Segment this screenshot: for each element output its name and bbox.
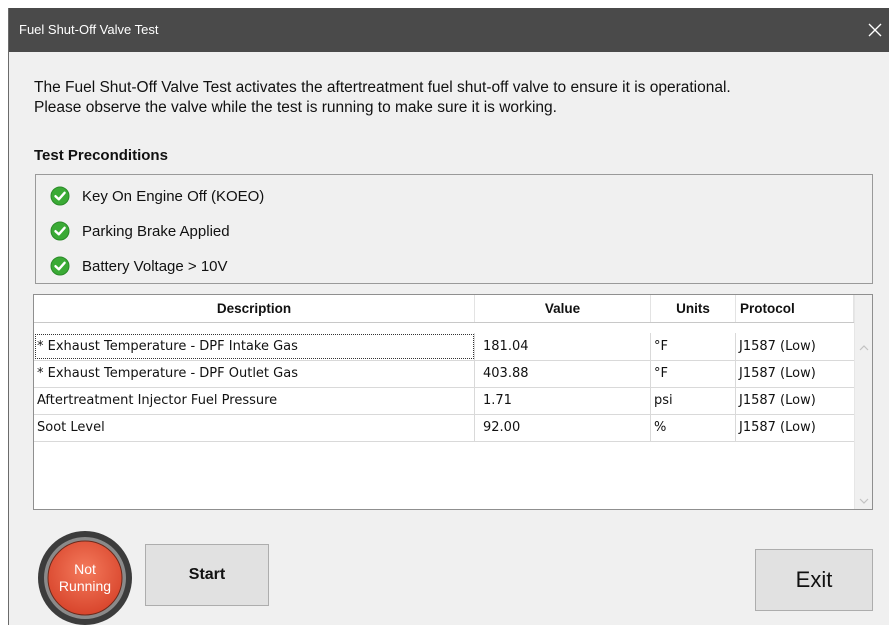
precondition-label: Key On Engine Off (KOEO) (82, 188, 264, 205)
title-bar: Fuel Shut-Off Valve Test (9, 8, 889, 52)
precondition-label: Parking Brake Applied (82, 223, 230, 240)
preconditions-panel: Key On Engine Off (KOEO) Parking Brake A… (35, 174, 873, 284)
preconditions-title: Test Preconditions (34, 147, 168, 164)
test-status-indicator: Not Running (35, 528, 135, 628)
cell-value: 181.04 (475, 333, 651, 360)
cell-description: Soot Level (34, 414, 475, 441)
check-icon (50, 186, 70, 206)
cell-protocol: J1587 (Low) (736, 333, 855, 360)
status-text: Not Running (35, 528, 135, 628)
cell-units: % (651, 414, 736, 441)
cell-description: * Exhaust Temperature - DPF Intake Gas (34, 333, 475, 360)
close-button[interactable] (860, 8, 889, 52)
table-row[interactable]: * Exhaust Temperature - DPF Outlet Gas 4… (34, 360, 855, 388)
cell-units: °F (651, 360, 736, 387)
column-header-description[interactable]: Description (34, 295, 475, 322)
cell-units: psi (651, 387, 736, 414)
cell-protocol: J1587 (Low) (736, 414, 855, 441)
scroll-down-button[interactable] (855, 492, 872, 509)
column-header-units[interactable]: Units (651, 295, 736, 322)
chevron-down-icon (859, 497, 869, 505)
parameters-table[interactable]: Description Value Units Protocol * Exhau… (33, 294, 873, 510)
window-title: Fuel Shut-Off Valve Test (19, 22, 158, 37)
cell-value: 92.00 (475, 414, 651, 441)
column-header-value[interactable]: Value (475, 295, 651, 322)
table-header: Description Value Units Protocol (34, 295, 855, 323)
check-icon (50, 221, 70, 241)
description-line-2: Please observe the valve while the test … (34, 98, 874, 118)
dialog-window: Fuel Shut-Off Valve Test The Fuel Shut-O… (8, 8, 889, 625)
cell-protocol: J1587 (Low) (736, 360, 855, 387)
scroll-up-button[interactable] (855, 339, 872, 356)
status-line-2: Running (59, 578, 111, 595)
test-description: The Fuel Shut-Off Valve Test activates t… (34, 78, 874, 118)
column-header-protocol[interactable]: Protocol (736, 295, 854, 322)
precondition-item: Key On Engine Off (KOEO) (50, 185, 264, 207)
vertical-scrollbar[interactable] (854, 295, 872, 509)
cell-value: 1.71 (475, 387, 651, 414)
cell-description: * Exhaust Temperature - DPF Outlet Gas (34, 360, 475, 387)
table-row[interactable]: Soot Level 92.00 % J1587 (Low) (34, 414, 855, 442)
precondition-label: Battery Voltage > 10V (82, 258, 228, 275)
table-row[interactable]: * Exhaust Temperature - DPF Intake Gas 1… (34, 333, 855, 361)
chevron-up-icon (859, 344, 869, 352)
status-line-1: Not (74, 561, 96, 578)
precondition-item: Parking Brake Applied (50, 220, 230, 242)
close-icon (868, 23, 882, 37)
cell-description: Aftertreatment Injector Fuel Pressure (34, 387, 475, 414)
cell-protocol: J1587 (Low) (736, 387, 855, 414)
table-row[interactable]: Aftertreatment Injector Fuel Pressure 1.… (34, 387, 855, 415)
start-button[interactable]: Start (145, 544, 269, 606)
exit-button[interactable]: Exit (755, 549, 873, 611)
precondition-item: Battery Voltage > 10V (50, 255, 228, 277)
cell-units: °F (651, 333, 736, 360)
cell-value: 403.88 (475, 360, 651, 387)
description-line-1: The Fuel Shut-Off Valve Test activates t… (34, 78, 874, 98)
check-icon (50, 256, 70, 276)
